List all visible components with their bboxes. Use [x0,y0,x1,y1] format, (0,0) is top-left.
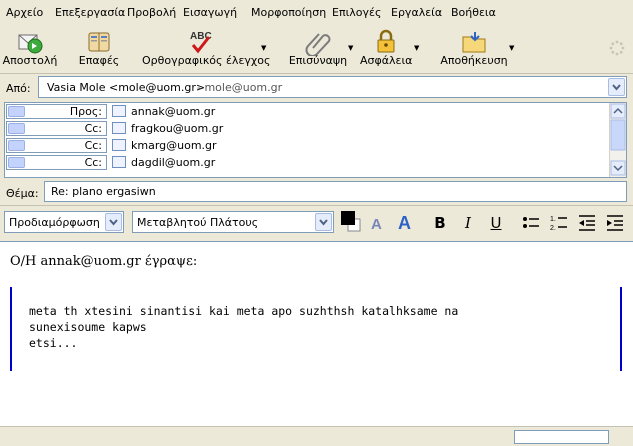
contact-card-icon [112,122,126,134]
menu-options[interactable]: Επιλογές [332,6,381,19]
throbber-icon [609,40,625,56]
recipient-type-label: Προς: [69,105,102,118]
contact-card-icon [112,105,126,117]
spellcheck-dropdown-icon[interactable]: ▼ [261,44,266,52]
subject-input[interactable]: Re: plano ergasiwn [44,181,627,202]
paperclip-icon [305,33,331,56]
menu-format[interactable]: Μορφοποίηση [251,6,326,19]
contact-card-icon [112,156,126,168]
chevron-down-icon[interactable] [105,213,122,231]
menu-edit[interactable]: Επεξεργασία [55,6,125,19]
send-button[interactable]: Αποστολή [2,26,58,72]
outdent-icon[interactable] [578,214,596,232]
message-body-editor[interactable]: Ο/Η annak@uom.gr έγραψε: meta th xtesini… [0,241,633,426]
recipient-type-label: Cc: [84,139,102,152]
security-dropdown-icon[interactable]: ▼ [414,44,419,52]
address-book-icon [88,32,110,52]
text-color-icon[interactable] [340,210,362,234]
recipient-row: Cc: kmarg@uom.gr [5,137,607,154]
recipient-type-select[interactable]: Προς: [6,104,107,119]
recipient-row: Προς: annak@uom.gr [5,103,607,120]
recipient-type-select[interactable]: Cc: [6,155,107,170]
font-larger-icon[interactable]: A [396,212,416,232]
spellcheck-label: Ορθογραφικός έλεγχος [142,54,271,67]
contact-card-icon [112,139,126,151]
recipient-row: Cc: fragkou@uom.gr [5,120,607,137]
font-smaller-icon[interactable]: A [368,213,388,233]
folder-save-icon [462,32,486,53]
status-progress-panel [514,430,609,444]
reply-attribution: Ο/Η annak@uom.gr έγραψε: [10,254,198,269]
save-label: Αποθήκευση [440,54,508,67]
menu-insert[interactable]: Εισαγωγή [183,6,237,19]
from-label: Από: [6,82,31,95]
contacts-label: Επαφές [78,54,120,67]
main-toolbar: Αποστολή Επαφές ABC Ορθογραφικός έλεγχος… [0,24,633,74]
chevron-down-icon[interactable] [8,157,25,168]
indent-icon[interactable] [606,214,624,232]
bullet-list-icon[interactable] [522,215,540,231]
chevron-down-icon[interactable] [8,123,25,134]
recipient-scrollbar[interactable] [609,103,626,177]
from-select[interactable]: Vasia Mole <mole@uom.gr> - mole@uom.gr [38,76,627,98]
quote-line: meta th xtesini sinantisi kai meta apo s… [29,304,459,318]
recipient-address[interactable]: fragkou@uom.gr [131,122,223,135]
security-button[interactable]: Ασφάλεια [360,26,412,72]
send-label: Αποστολή [2,54,58,67]
subject-label: Θέμα: [6,187,39,200]
recipient-type-select[interactable]: Cc: [6,138,107,153]
save-button[interactable]: Αποθήκευση [440,26,508,72]
menu-bar: Αρχείο Επεξεργασία Προβολή Εισαγωγή Μορφ… [0,0,633,24]
quote-line: sunexisoume kapws [29,320,147,334]
paragraph-style-value: Προδιαμόρφωση [9,216,100,229]
menu-help[interactable]: Βοήθεια [451,6,496,19]
padlock-icon [377,29,395,53]
menu-file[interactable]: Αρχείο [6,6,43,19]
from-dropdown-button[interactable] [608,78,625,96]
font-select[interactable]: Μεταβλητού Πλάτους [132,211,334,233]
numbered-list-icon[interactable]: 1. 2. [550,214,568,232]
from-identity: Vasia Mole <mole@uom.gr> [47,81,206,94]
chevron-down-icon[interactable] [8,140,25,151]
status-bar [0,426,633,446]
spellcheck-button[interactable]: ABC Ορθογραφικός έλεγχος [142,26,271,72]
recipient-type-label: Cc: [84,156,102,169]
send-icon [18,34,43,54]
paragraph-style-select[interactable]: Προδιαμόρφωση [4,211,124,233]
recipient-address[interactable]: kmarg@uom.gr [131,139,217,152]
bold-button[interactable]: B [430,213,450,233]
attach-label: Επισύναψη [288,54,348,67]
recipient-row: Cc: dagdil@uom.gr [5,154,607,171]
recipient-type-select[interactable]: Cc: [6,121,107,136]
recipient-address[interactable]: annak@uom.gr [131,105,215,118]
quote-line: etsi... [29,336,78,350]
contacts-button[interactable]: Επαφές [72,26,126,72]
chevron-down-icon[interactable] [8,106,25,117]
attach-button[interactable]: Επισύναψη [288,26,348,72]
security-label: Ασφάλεια [360,54,413,67]
attach-dropdown-icon[interactable]: ▼ [348,44,353,52]
chevron-down-icon [612,84,621,91]
svg-text:2.: 2. [550,225,556,232]
save-dropdown-icon[interactable]: ▼ [509,44,514,52]
svg-text:ABC: ABC [190,31,212,42]
font-value: Μεταβλητού Πλάτους [137,216,259,229]
recipient-type-label: Cc: [84,122,102,135]
quoted-text-block: meta th xtesini sinantisi kai meta apo s… [10,287,622,371]
format-toolbar: Προδιαμόρφωση Μεταβλητού Πλάτους A A B I… [0,205,633,239]
recipient-address[interactable]: dagdil@uom.gr [131,156,215,169]
underline-button[interactable]: U [486,213,506,233]
svg-text:1.: 1. [550,216,556,223]
menu-view[interactable]: Προβολή [127,6,176,19]
recipient-list: Προς: annak@uom.gr Cc: fragkou@uom.gr Cc… [4,102,627,178]
svg-text:A: A [371,216,382,233]
menu-tools[interactable]: Εργαλεία [391,6,442,19]
svg-text:A: A [398,213,411,232]
spellcheck-icon: ABC [190,31,212,54]
chevron-down-icon[interactable] [315,213,332,231]
italic-button[interactable]: I [458,213,478,233]
from-account: - mole@uom.gr [197,81,283,94]
scrollbar-arrows-icon [610,103,626,176]
